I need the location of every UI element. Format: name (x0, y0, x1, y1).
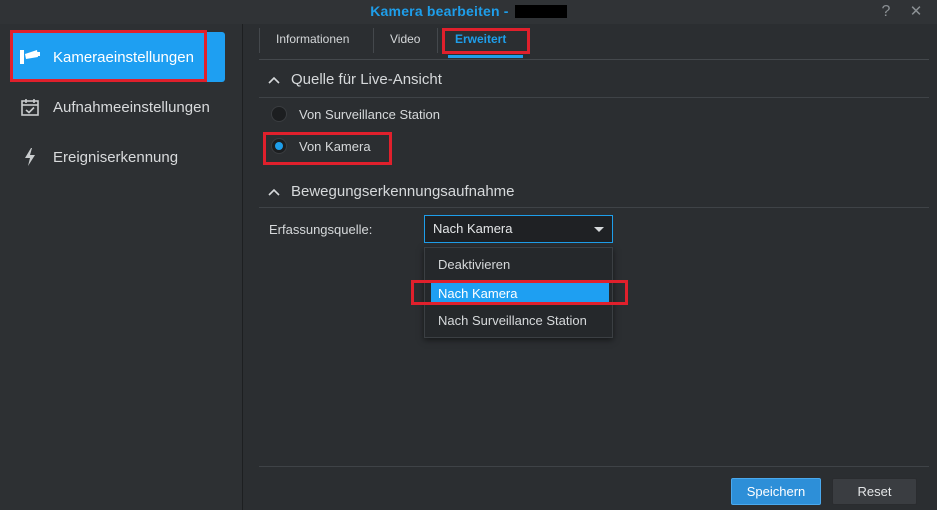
section-divider (259, 97, 929, 98)
calendar-icon (18, 95, 42, 119)
active-tab-indicator (448, 55, 523, 58)
tab-separator (437, 28, 438, 53)
section-divider (259, 207, 929, 208)
highlight-frame-radio (263, 132, 392, 165)
highlight-frame-tab (442, 28, 530, 54)
sidebar-item-event-detection[interactable]: Ereigniserkennung (10, 132, 225, 182)
sidebar-item-label: Aufnahmeeinstellungen (53, 98, 210, 116)
footer-divider (259, 466, 929, 467)
tab-information[interactable]: Informationen (276, 32, 349, 46)
section-motion-detection-recording[interactable]: Bewegungserkennungsaufnahme (267, 183, 515, 200)
detection-source-select[interactable]: Nach Kamera (424, 215, 613, 243)
sidebar: Kameraeinstellungen Aufnahmeeinstellunge… (0, 24, 243, 510)
tab-bar: Informationen Video Erweitert (259, 24, 929, 60)
section-heading: Bewegungserkennungsaufnahme (291, 183, 515, 200)
section-heading: Quelle für Live-Ansicht (291, 71, 442, 88)
chevron-up-icon (268, 188, 280, 196)
section-live-view-source[interactable]: Quelle für Live-Ansicht (267, 71, 442, 88)
radio-label: Von Surveillance Station (299, 106, 440, 122)
sidebar-item-camera-settings[interactable]: Kameraeinstellungen (10, 30, 225, 82)
dropdown-option-disable[interactable]: Deaktivieren (425, 254, 612, 275)
chevron-up-icon (268, 76, 280, 84)
redacted-camera-name (514, 5, 567, 18)
radio-button[interactable] (271, 106, 287, 122)
highlight-frame-dropdown (411, 280, 628, 305)
reset-button[interactable]: Reset (832, 478, 917, 505)
dropdown-option-by-surveillance-station[interactable]: Nach Surveillance Station (425, 310, 612, 331)
sidebar-item-label: Ereigniserkennung (53, 148, 179, 166)
tab-separator (373, 28, 374, 53)
help-icon[interactable]: ? (875, 1, 897, 23)
save-button[interactable]: Speichern (731, 478, 821, 505)
camera-icon (18, 45, 42, 69)
lightning-icon (18, 145, 42, 169)
edit-camera-window: Kamera bearbeiten - ? ✕ Kameraeinstellun… (0, 0, 937, 510)
select-value: Nach Kamera (433, 221, 513, 236)
detection-source-label: Erfassungsquelle: (269, 222, 373, 237)
sidebar-item-recording-settings[interactable]: Aufnahmeeinstellungen (10, 82, 225, 132)
window-title: Kamera bearbeiten - (0, 3, 937, 19)
sidebar-item-label: Kameraeinstellungen (53, 48, 194, 66)
radio-from-surveillance-station[interactable]: Von Surveillance Station (271, 106, 440, 122)
tab-separator (259, 28, 260, 53)
window-title-text: Kamera bearbeiten - (370, 3, 513, 19)
title-bar: Kamera bearbeiten - ? ✕ (0, 0, 937, 24)
close-icon[interactable]: ✕ (905, 1, 927, 23)
caret-down-icon (594, 227, 604, 232)
tab-video[interactable]: Video (390, 32, 420, 46)
